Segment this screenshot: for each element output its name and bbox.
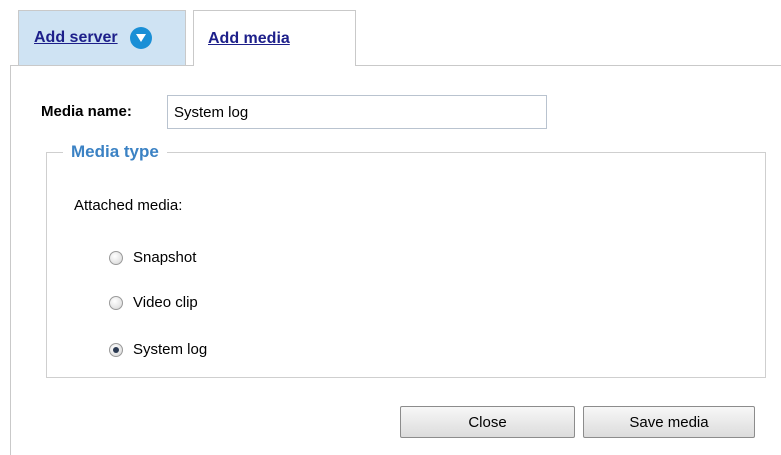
radio-selected-icon[interactable] xyxy=(109,342,123,357)
close-button[interactable]: Close xyxy=(400,406,575,438)
radio-video-clip[interactable]: Video clip xyxy=(109,294,198,311)
radio-snapshot-label: Snapshot xyxy=(133,249,197,266)
radio-system-log-label: System log xyxy=(133,341,208,358)
media-name-label: Media name: xyxy=(41,103,132,120)
tab-add-media[interactable]: Add media xyxy=(193,10,356,66)
save-media-button[interactable]: Save media xyxy=(583,406,755,438)
radio-video-clip-label: Video clip xyxy=(133,294,198,311)
radio-snapshot[interactable]: Snapshot xyxy=(109,249,196,266)
tab-add-server[interactable]: Add server xyxy=(18,10,186,65)
media-type-legend: Media type xyxy=(71,142,159,161)
radio-system-log[interactable]: System log xyxy=(109,341,207,358)
attached-media-label: Attached media: xyxy=(74,197,183,214)
media-name-input[interactable] xyxy=(167,95,547,129)
radio-dot xyxy=(113,346,119,353)
radio-unselected-icon[interactable] xyxy=(109,295,123,310)
add-media-link[interactable]: Add media xyxy=(208,30,290,48)
radio-unselected-icon[interactable] xyxy=(109,250,123,265)
chevron-down-icon[interactable] xyxy=(129,27,152,49)
add-server-link[interactable]: Add server xyxy=(34,29,118,47)
